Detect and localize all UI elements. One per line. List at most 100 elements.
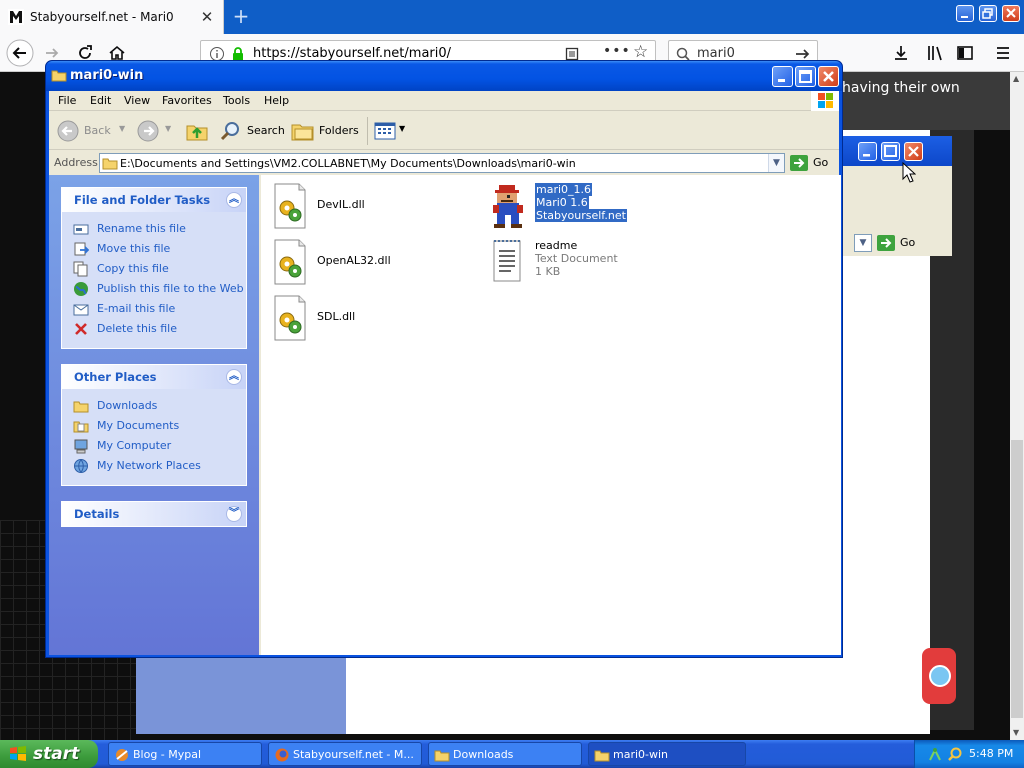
- downloads-icon[interactable]: [892, 44, 910, 62]
- menu-favorites[interactable]: Favorites: [162, 94, 212, 107]
- back-dropdown-icon[interactable]: ▼: [119, 124, 125, 133]
- ff-minimize-button[interactable]: [956, 5, 974, 22]
- forward-icon[interactable]: [137, 120, 159, 142]
- task-blog-mypal[interactable]: Blog - Mypal: [108, 742, 262, 766]
- file-tasks-header[interactable]: File and Folder Tasks ︽: [62, 188, 246, 212]
- back-button[interactable]: Back: [57, 120, 119, 142]
- search-input[interactable]: mari0: [697, 46, 735, 61]
- firefox-tab-active[interactable]: Stabyourself.net - Mari0 ✕: [0, 0, 224, 34]
- collapse-chevron-icon[interactable]: ︽: [226, 192, 242, 208]
- forward-arrow-icon[interactable]: [44, 45, 60, 61]
- file-item[interactable]: OpenAL32.dll: [271, 237, 411, 287]
- address-label: Address: [54, 156, 98, 169]
- delete-x-icon: [75, 323, 87, 335]
- computer-icon: [74, 439, 88, 454]
- standard-toolbar: Back ▼ ▼ Search Folders ▼: [49, 112, 839, 150]
- taskbar: start Blog - Mypal Stabyourself.net - M.…: [0, 740, 1024, 768]
- firefox-icon: [275, 748, 289, 762]
- folder-icon: [594, 750, 610, 762]
- start-button[interactable]: start: [0, 740, 98, 768]
- bg-maximize-button[interactable]: [881, 142, 900, 161]
- file-tasks-panel: File and Folder Tasks ︽ Rename this file…: [61, 187, 247, 349]
- menu-tools[interactable]: Tools: [223, 94, 250, 107]
- file-size: 1 KB: [535, 265, 561, 278]
- menubar: File Edit View Favorites Tools Help: [49, 91, 839, 111]
- page-image-block: [136, 650, 346, 734]
- other-places-panel: Other Places ︽ Downloads My Documents My…: [61, 364, 247, 486]
- file-item[interactable]: SDL.dll: [271, 293, 411, 343]
- back-icon: [57, 120, 79, 142]
- my-documents-icon: [73, 421, 89, 433]
- search-tray-icon[interactable]: [947, 746, 963, 762]
- windows-logo-icon: [811, 91, 839, 111]
- close-button[interactable]: [818, 66, 839, 87]
- bg-minimize-button[interactable]: [858, 142, 877, 161]
- tab-close-icon[interactable]: ✕: [198, 8, 216, 26]
- file-name: SDL.dll: [317, 310, 356, 323]
- file-item[interactable]: readme Text Document 1 KB: [489, 237, 649, 287]
- details-header[interactable]: Details ︾: [62, 502, 246, 526]
- other-places-title: Other Places: [74, 370, 157, 384]
- search-button[interactable]: Search: [219, 119, 285, 143]
- hamburger-menu-icon[interactable]: [995, 45, 1011, 61]
- explorer-window: mari0-win File Edit View Favorites Tools…: [45, 60, 843, 658]
- other-places-header[interactable]: Other Places ︽: [62, 365, 246, 389]
- mario-icon: [493, 185, 523, 228]
- ff-close-button[interactable]: [1002, 5, 1020, 22]
- task-mari0-win[interactable]: mari0-win: [588, 742, 746, 766]
- task-pane: File and Folder Tasks ︽ Rename this file…: [49, 175, 259, 655]
- file-name: readme: [535, 239, 578, 252]
- page-scrollbar-thumb[interactable]: [1011, 440, 1023, 718]
- menu-view[interactable]: View: [124, 94, 150, 107]
- mouse-cursor-icon: [902, 162, 916, 183]
- network-tray-icon[interactable]: [927, 746, 943, 762]
- bg-close-button[interactable]: [904, 142, 923, 161]
- background-window-body: ▼ Go: [842, 166, 952, 256]
- task-downloads[interactable]: Downloads: [428, 742, 582, 766]
- collapse-chevron-icon[interactable]: ︽: [226, 369, 242, 385]
- up-folder-icon[interactable]: [185, 119, 209, 143]
- file-name: mari0_1.6: [535, 183, 593, 196]
- back-arrow-icon[interactable]: [6, 39, 34, 67]
- search-go-arrow-icon[interactable]: [795, 47, 811, 61]
- page-paragraph: having their own: [842, 80, 960, 96]
- library-icon[interactable]: [926, 44, 946, 62]
- sidebar-icon[interactable]: [956, 44, 974, 62]
- folder-icon: [73, 401, 89, 413]
- minimize-button[interactable]: [772, 66, 793, 87]
- address-dropdown-icon[interactable]: ▼: [768, 154, 784, 172]
- menu-edit[interactable]: Edit: [90, 94, 111, 107]
- reader-view-icon[interactable]: [565, 47, 579, 61]
- rename-icon: [73, 224, 89, 235]
- go-arrow-icon: [790, 155, 808, 171]
- folders-button[interactable]: Folders: [291, 119, 361, 143]
- bookmark-star-icon[interactable]: ☆: [633, 42, 648, 62]
- page-app-icon[interactable]: [922, 648, 956, 704]
- firefox-tab-strip: Stabyourself.net - Mari0 ✕ +: [0, 0, 1024, 34]
- address-folder-icon: [102, 158, 118, 170]
- explorer-titlebar[interactable]: mari0-win: [46, 61, 842, 91]
- bg-address-dropdown-icon[interactable]: ▼: [854, 234, 872, 252]
- ff-restore-button[interactable]: [979, 5, 997, 22]
- details-title: Details: [74, 507, 120, 521]
- menu-file[interactable]: File: [58, 94, 76, 107]
- maximize-button[interactable]: [795, 66, 816, 87]
- views-button[interactable]: ▼: [373, 119, 409, 143]
- file-name: DevIL.dll: [317, 198, 365, 211]
- expand-chevron-icon[interactable]: ︾: [226, 506, 242, 522]
- address-input[interactable]: E:\Documents and Settings\VM2.COLLABNET\…: [99, 153, 785, 173]
- background-explorer-window[interactable]: ▼ Go: [842, 136, 952, 256]
- menu-help[interactable]: Help: [264, 94, 289, 107]
- file-item[interactable]: DevIL.dll: [271, 181, 411, 231]
- task-stabyourself[interactable]: Stabyourself.net - M...: [268, 742, 422, 766]
- file-type: Text Document: [535, 252, 618, 265]
- search-icon: [676, 47, 690, 61]
- folder-icon: [434, 750, 450, 762]
- mypal-icon: [116, 749, 128, 761]
- dll-icon: [274, 239, 306, 285]
- new-tab-icon[interactable]: +: [230, 4, 252, 28]
- file-item-selected[interactable]: mari0_1.6 Mari0 1.6 Stabyourself.net: [489, 181, 649, 231]
- forward-dropdown-icon[interactable]: ▼: [165, 124, 171, 133]
- background-window-titlebar[interactable]: [842, 136, 952, 166]
- page-actions-icon[interactable]: •••: [603, 43, 631, 59]
